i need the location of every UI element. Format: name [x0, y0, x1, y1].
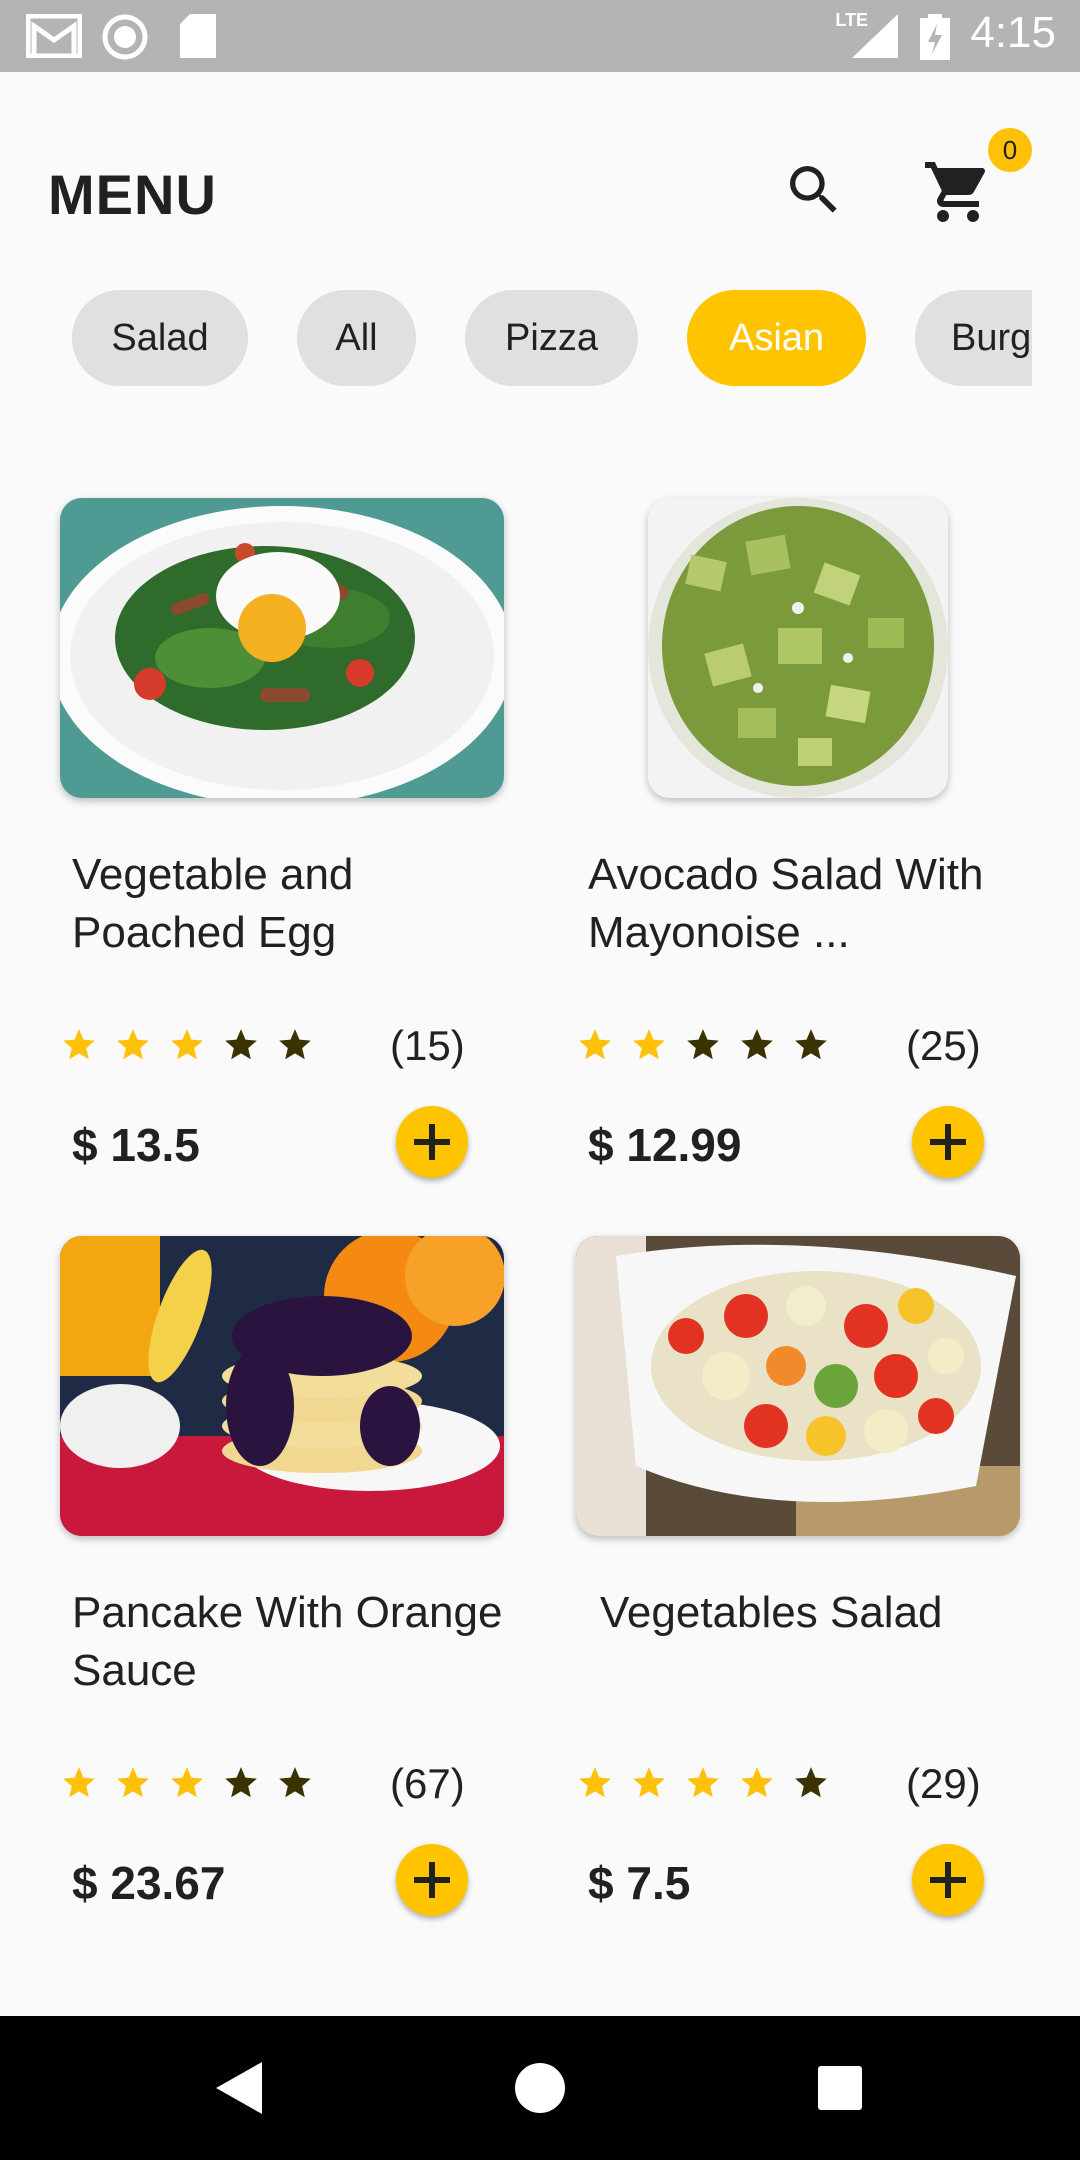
- review-count: (15): [390, 1022, 465, 1069]
- plus-icon: [414, 1862, 450, 1898]
- back-icon[interactable]: [216, 2062, 264, 2114]
- chip-all[interactable]: All: [297, 290, 416, 386]
- plus-icon: [930, 1124, 966, 1160]
- product-image-pancake[interactable]: [60, 1236, 504, 1536]
- product-image-avocado-salad[interactable]: [648, 498, 948, 798]
- rating-stars: [576, 1764, 846, 1808]
- star-filled-icon: [630, 1026, 684, 1070]
- cart-button[interactable]: [922, 156, 994, 228]
- product-title: Vegetable and Poached Egg: [72, 850, 354, 957]
- search-icon: [790, 166, 837, 213]
- record-icon: [102, 14, 148, 60]
- star-empty-icon: [792, 1764, 846, 1808]
- star-empty-icon: [222, 1764, 276, 1808]
- star-filled-icon: [576, 1026, 630, 1070]
- chip-pizza[interactable]: Pizza: [465, 290, 638, 386]
- star-filled-icon: [168, 1764, 222, 1808]
- clock: 4:15: [970, 8, 1056, 57]
- review-count: (67): [390, 1760, 465, 1807]
- rating-stars: [60, 1026, 330, 1070]
- product-image-poached-egg-salad[interactable]: [60, 498, 504, 798]
- search-button[interactable]: [782, 158, 846, 222]
- system-nav-bar: [0, 2016, 1080, 2160]
- category-chips[interactable]: Salad All Pizza Asian Burg: [0, 290, 1032, 390]
- signal-icon: [852, 14, 898, 58]
- product-image-vegetables-salad[interactable]: [576, 1236, 1020, 1536]
- star-empty-icon: [738, 1026, 792, 1070]
- product-card[interactable]: Vegetable and Poached Egg (15) $ 13.5: [60, 498, 560, 1198]
- star-filled-icon: [576, 1764, 630, 1808]
- rating-stars: [60, 1764, 330, 1808]
- chip-burger[interactable]: Burg: [915, 290, 1032, 386]
- product-title: Avocado Salad With Mayonoise ...: [588, 850, 984, 957]
- add-to-cart-button[interactable]: [912, 1106, 984, 1178]
- star-empty-icon: [684, 1026, 738, 1070]
- chip-asian[interactable]: Asian: [687, 290, 866, 386]
- product-price: $ 23.67: [72, 1857, 226, 1909]
- star-filled-icon: [114, 1026, 168, 1070]
- add-to-cart-button[interactable]: [396, 1844, 468, 1916]
- star-empty-icon: [276, 1026, 330, 1070]
- chip-salad[interactable]: Salad: [72, 290, 248, 386]
- product-price: $ 12.99: [588, 1119, 742, 1171]
- cart-icon: [925, 162, 986, 222]
- add-to-cart-button[interactable]: [396, 1106, 468, 1178]
- star-empty-icon: [222, 1026, 276, 1070]
- status-bar: LTE 4:15: [0, 0, 1080, 72]
- star-empty-icon: [276, 1764, 330, 1808]
- review-count: (25): [906, 1022, 981, 1069]
- battery-icon: [920, 14, 950, 60]
- home-icon[interactable]: [514, 2062, 566, 2114]
- add-to-cart-button[interactable]: [912, 1844, 984, 1916]
- star-filled-icon: [114, 1764, 168, 1808]
- plus-icon: [414, 1124, 450, 1160]
- rating-stars: [576, 1026, 846, 1070]
- star-empty-icon: [792, 1026, 846, 1070]
- product-card[interactable]: Pancake With Orange Sauce (67) $ 23.67: [60, 1236, 560, 1936]
- gmail-icon: [26, 14, 82, 58]
- page-title: MENU: [48, 163, 217, 226]
- sd-card-icon: [180, 14, 216, 58]
- product-title: Vegetables Salad: [600, 1588, 943, 1637]
- plus-icon: [930, 1862, 966, 1898]
- star-filled-icon: [168, 1026, 222, 1070]
- star-filled-icon: [60, 1026, 114, 1070]
- star-filled-icon: [738, 1764, 792, 1808]
- product-card[interactable]: Vegetables Salad (29) $ 7.5: [576, 1236, 1076, 1936]
- recents-icon[interactable]: [816, 2064, 864, 2112]
- star-filled-icon: [60, 1764, 114, 1808]
- cart-count-badge: 0: [988, 128, 1032, 172]
- product-title: Pancake With Orange Sauce: [72, 1588, 503, 1695]
- review-count: (29): [906, 1760, 981, 1807]
- product-price: $ 7.5: [588, 1857, 691, 1909]
- product-card[interactable]: Avocado Salad With Mayonoise ... (25) $ …: [576, 498, 1076, 1198]
- product-price: $ 13.5: [72, 1119, 200, 1171]
- star-filled-icon: [684, 1764, 738, 1808]
- star-filled-icon: [630, 1764, 684, 1808]
